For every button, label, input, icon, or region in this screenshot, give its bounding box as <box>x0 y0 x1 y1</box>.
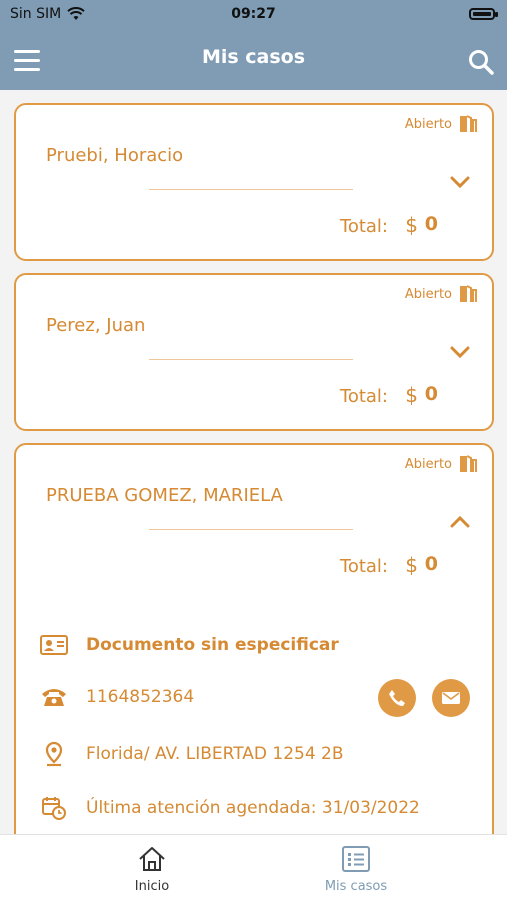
document-row: Documento sin especificar <box>40 633 339 657</box>
client-name: PRUEBA GOMEZ, MARIELA <box>46 485 283 506</box>
address-text: Florida/ AV. LIBERTAD 1254 2B <box>86 744 344 764</box>
document-text: Documento sin especificar <box>86 635 339 655</box>
total-label: Total: <box>339 386 388 407</box>
email-button[interactable] <box>432 679 470 717</box>
door-open-icon <box>460 455 477 472</box>
phone-number: 1164852364 <box>86 687 195 707</box>
currency-symbol: $ <box>405 553 418 577</box>
chevron-up-icon[interactable] <box>450 515 470 529</box>
client-name: Pruebi, Horacio <box>46 145 184 166</box>
tab-label: Inicio <box>134 879 170 894</box>
divider <box>149 189 353 190</box>
page-title: Mis casos <box>201 46 306 68</box>
chevron-down-icon[interactable] <box>450 175 470 189</box>
telephone-icon <box>42 689 66 706</box>
mail-icon <box>442 692 460 704</box>
location-pin-icon <box>45 741 63 767</box>
case-status: Abierto <box>404 287 452 302</box>
case-card[interactable]: Abierto Pruebi, Horacio Total: $ 0 <box>14 103 494 261</box>
total-amount: 0 <box>424 213 438 235</box>
tab-label: Mis casos <box>324 879 388 894</box>
case-status: Abierto <box>404 457 452 472</box>
case-card-expanded[interactable]: Abierto PRUEBA GOMEZ, MARIELA Total: $ 0… <box>14 443 494 863</box>
phone-icon <box>389 690 405 706</box>
tab-mis-casos[interactable]: Mis casos <box>296 845 416 894</box>
door-open-icon <box>460 115 477 132</box>
chevron-down-icon[interactable] <box>450 345 470 359</box>
status-bar: Sin SIM 09:27 <box>0 0 507 28</box>
id-card-icon <box>40 635 68 655</box>
last-appointment-text: Última atención agendada: 31/03/2022 <box>86 798 420 818</box>
case-status: Abierto <box>404 117 452 132</box>
total-label: Total: <box>339 556 388 577</box>
clock: 09:27 <box>231 6 276 22</box>
tab-bar: Inicio Mis casos <box>0 834 507 901</box>
tab-inicio[interactable]: Inicio <box>92 845 212 894</box>
divider <box>149 359 353 360</box>
door-open-icon <box>460 285 477 302</box>
header-bar: Mis casos <box>0 28 507 90</box>
currency-symbol: $ <box>405 213 418 237</box>
search-icon[interactable] <box>467 48 495 76</box>
phone-row: 1164852364 <box>40 685 194 709</box>
battery-icon <box>469 8 498 20</box>
address-row: Florida/ AV. LIBERTAD 1254 2B <box>40 741 344 767</box>
list-icon <box>342 846 370 872</box>
currency-symbol: $ <box>405 383 418 407</box>
total-amount: 0 <box>424 383 438 405</box>
total-label: Total: <box>339 216 388 237</box>
divider <box>149 529 353 530</box>
case-card[interactable]: Abierto Perez, Juan Total: $ 0 <box>14 273 494 431</box>
appointment-row: Última atención agendada: 31/03/2022 <box>40 796 420 820</box>
home-icon <box>139 847 165 871</box>
client-name: Perez, Juan <box>46 315 146 336</box>
calendar-clock-icon <box>42 797 66 820</box>
call-button[interactable] <box>378 679 416 717</box>
total-amount: 0 <box>424 553 438 575</box>
